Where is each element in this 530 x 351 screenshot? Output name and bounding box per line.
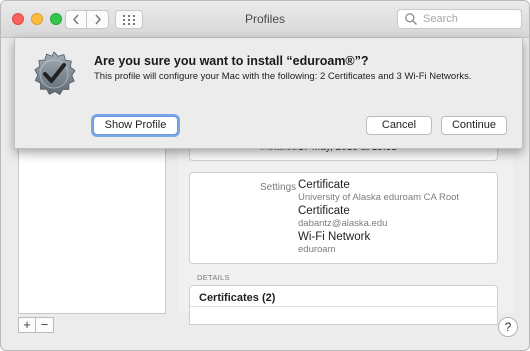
setting-subtitle: eduroam	[298, 244, 336, 255]
preferences-window: Profiles Installed 17 May, 2018 at 15:31…	[0, 0, 530, 351]
setting-title: Certificate	[298, 179, 350, 191]
setting-item: Wi-Fi Network eduroam	[298, 231, 370, 255]
sheet-message: This profile will configure your Mac wit…	[94, 71, 472, 82]
show-profile-button[interactable]: Show Profile	[93, 116, 178, 135]
details-box: Certificates (2)	[189, 285, 498, 325]
remove-profile-button[interactable]: −	[36, 317, 54, 333]
setting-subtitle: University of Alaska eduroam CA Root	[298, 192, 460, 203]
search-input[interactable]	[421, 12, 520, 26]
install-confirmation-sheet: Are you sure you want to install “eduroa…	[14, 38, 523, 149]
setting-item: Certificate dabantz@alaska.edu	[298, 205, 387, 229]
help-button[interactable]: ?	[498, 317, 518, 337]
divider	[190, 306, 497, 307]
sheet-title: Are you sure you want to install “eduroa…	[94, 54, 369, 68]
verified-badge-icon	[34, 51, 76, 96]
setting-item: Certificate University of Alaska eduroam…	[298, 179, 459, 203]
details-title: Certificates (2)	[199, 292, 276, 304]
setting-title: Certificate	[298, 205, 350, 217]
title-bar: Profiles	[1, 1, 529, 38]
setting-title: Wi-Fi Network	[298, 231, 371, 243]
details-section-header: DETAILS	[197, 273, 230, 282]
setting-subtitle: dabantz@alaska.edu	[298, 218, 388, 229]
search-field[interactable]	[397, 9, 522, 29]
settings-box: Settings Certificate University of Alask…	[189, 172, 498, 264]
continue-button[interactable]: Continue	[441, 116, 507, 135]
cancel-button[interactable]: Cancel	[366, 116, 432, 135]
settings-label: Settings	[260, 182, 297, 193]
search-icon	[405, 13, 417, 25]
add-profile-button[interactable]: +	[18, 317, 36, 333]
